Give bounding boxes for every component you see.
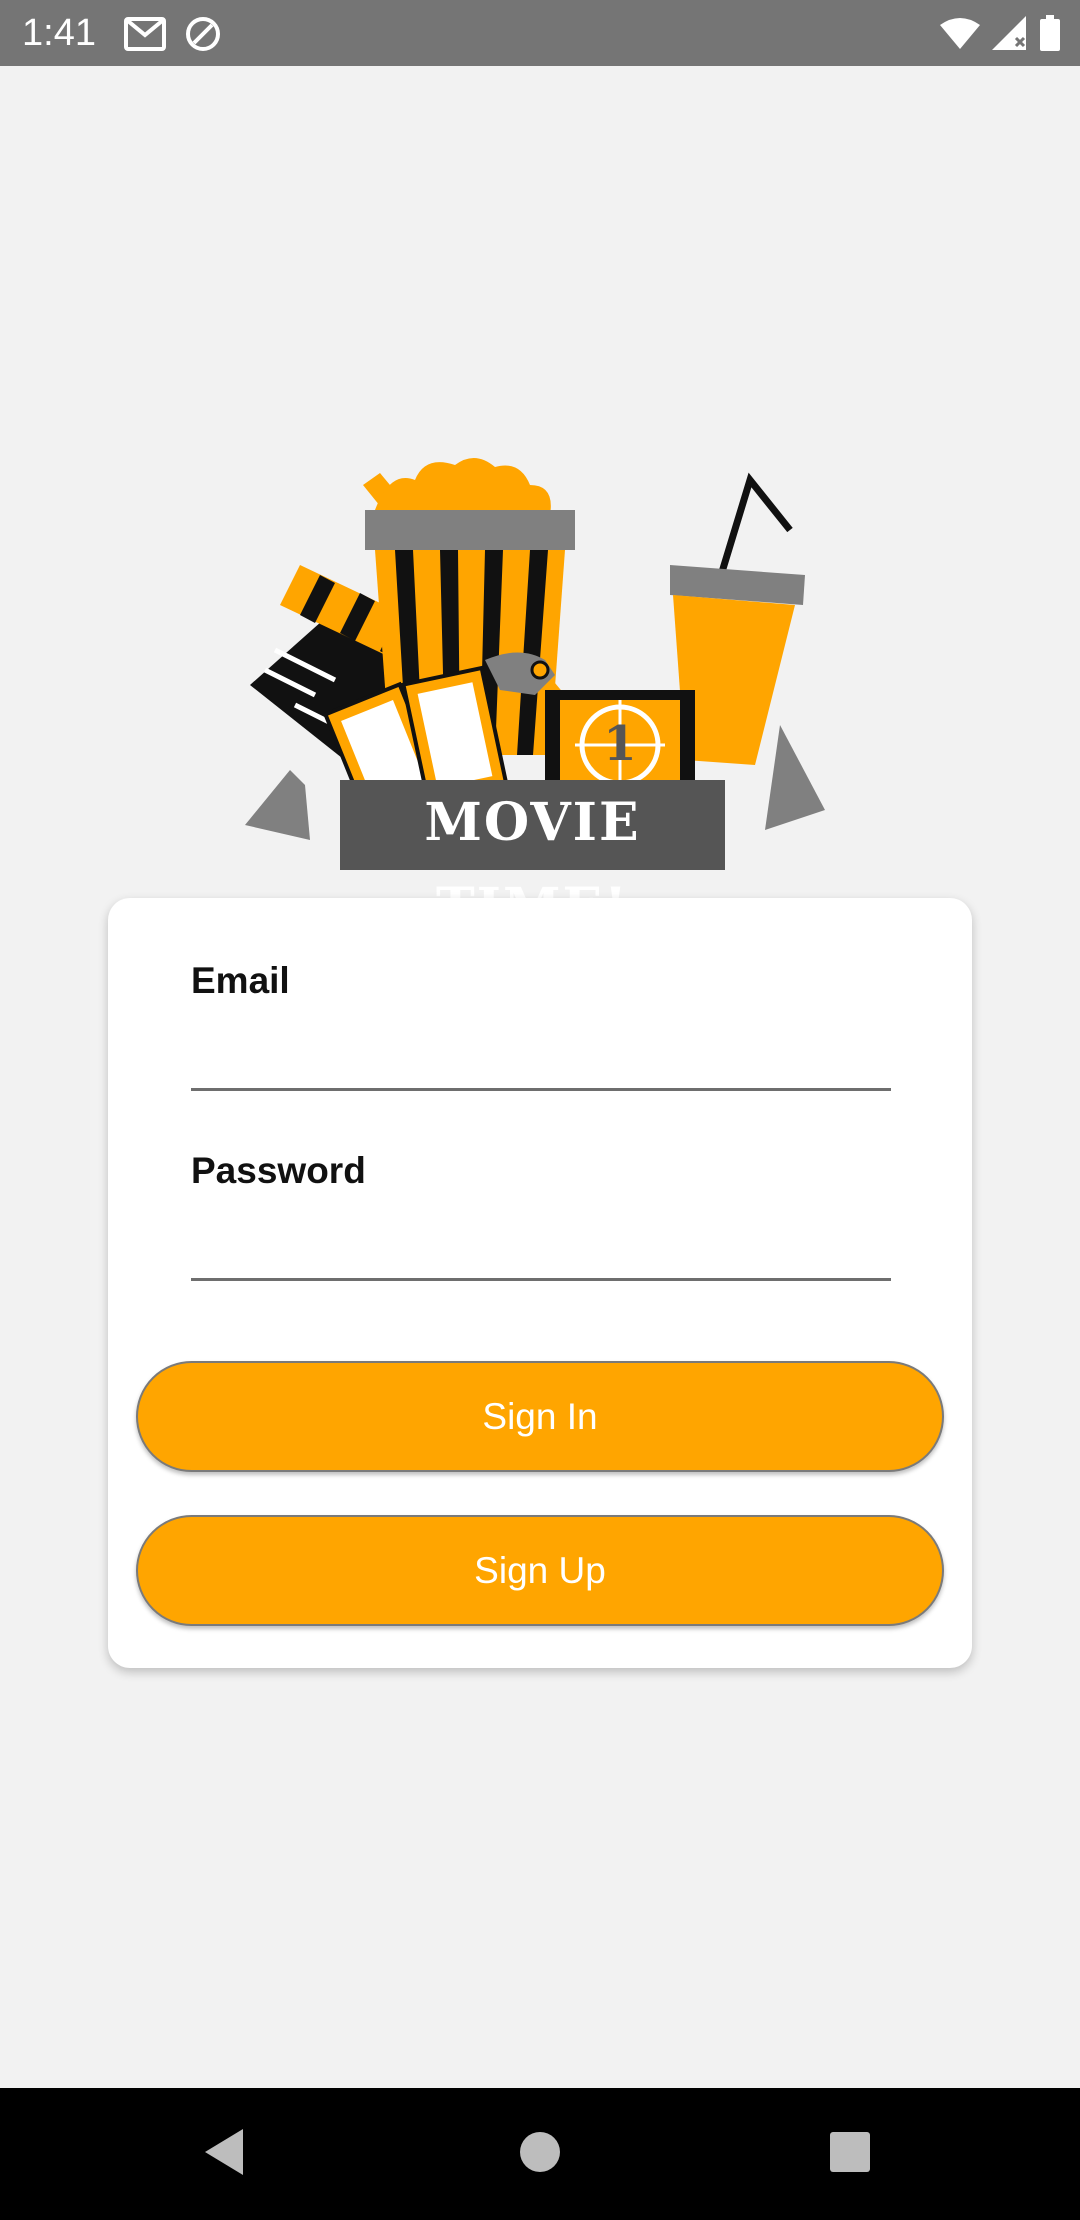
status-bar: 1:41 (0, 0, 1080, 66)
status-notification-icons (124, 14, 222, 54)
password-field[interactable] (191, 1204, 891, 1281)
movie-time-logo: 1 MOVIE TIME! (245, 455, 835, 938)
logo-title: MOVIE TIME! (424, 792, 641, 938)
status-time: 1:41 (22, 12, 96, 54)
back-button[interactable] (175, 2088, 275, 2220)
home-icon (519, 2131, 561, 2178)
home-button[interactable] (490, 2088, 590, 2220)
signal-icon (992, 16, 1028, 50)
wifi-icon (940, 17, 980, 49)
recents-button[interactable] (800, 2088, 900, 2220)
email-field[interactable] (191, 1014, 891, 1091)
battery-icon (1040, 15, 1060, 51)
password-label: Password (191, 1150, 366, 1191)
sign-up-button[interactable]: Sign Up (136, 1515, 944, 1626)
sign-in-button[interactable]: Sign In (136, 1361, 944, 1472)
film-number-text: 1 (603, 716, 636, 772)
status-system-icons (940, 12, 1060, 54)
navigation-bar (0, 2088, 1080, 2220)
do-not-disturb-icon (184, 15, 222, 53)
recents-icon (829, 2131, 871, 2178)
back-icon (205, 2128, 245, 2180)
email-label: Email (191, 960, 290, 1001)
login-card: Email Password Sign In Sign Up (108, 898, 972, 1668)
gmail-icon (124, 17, 166, 51)
